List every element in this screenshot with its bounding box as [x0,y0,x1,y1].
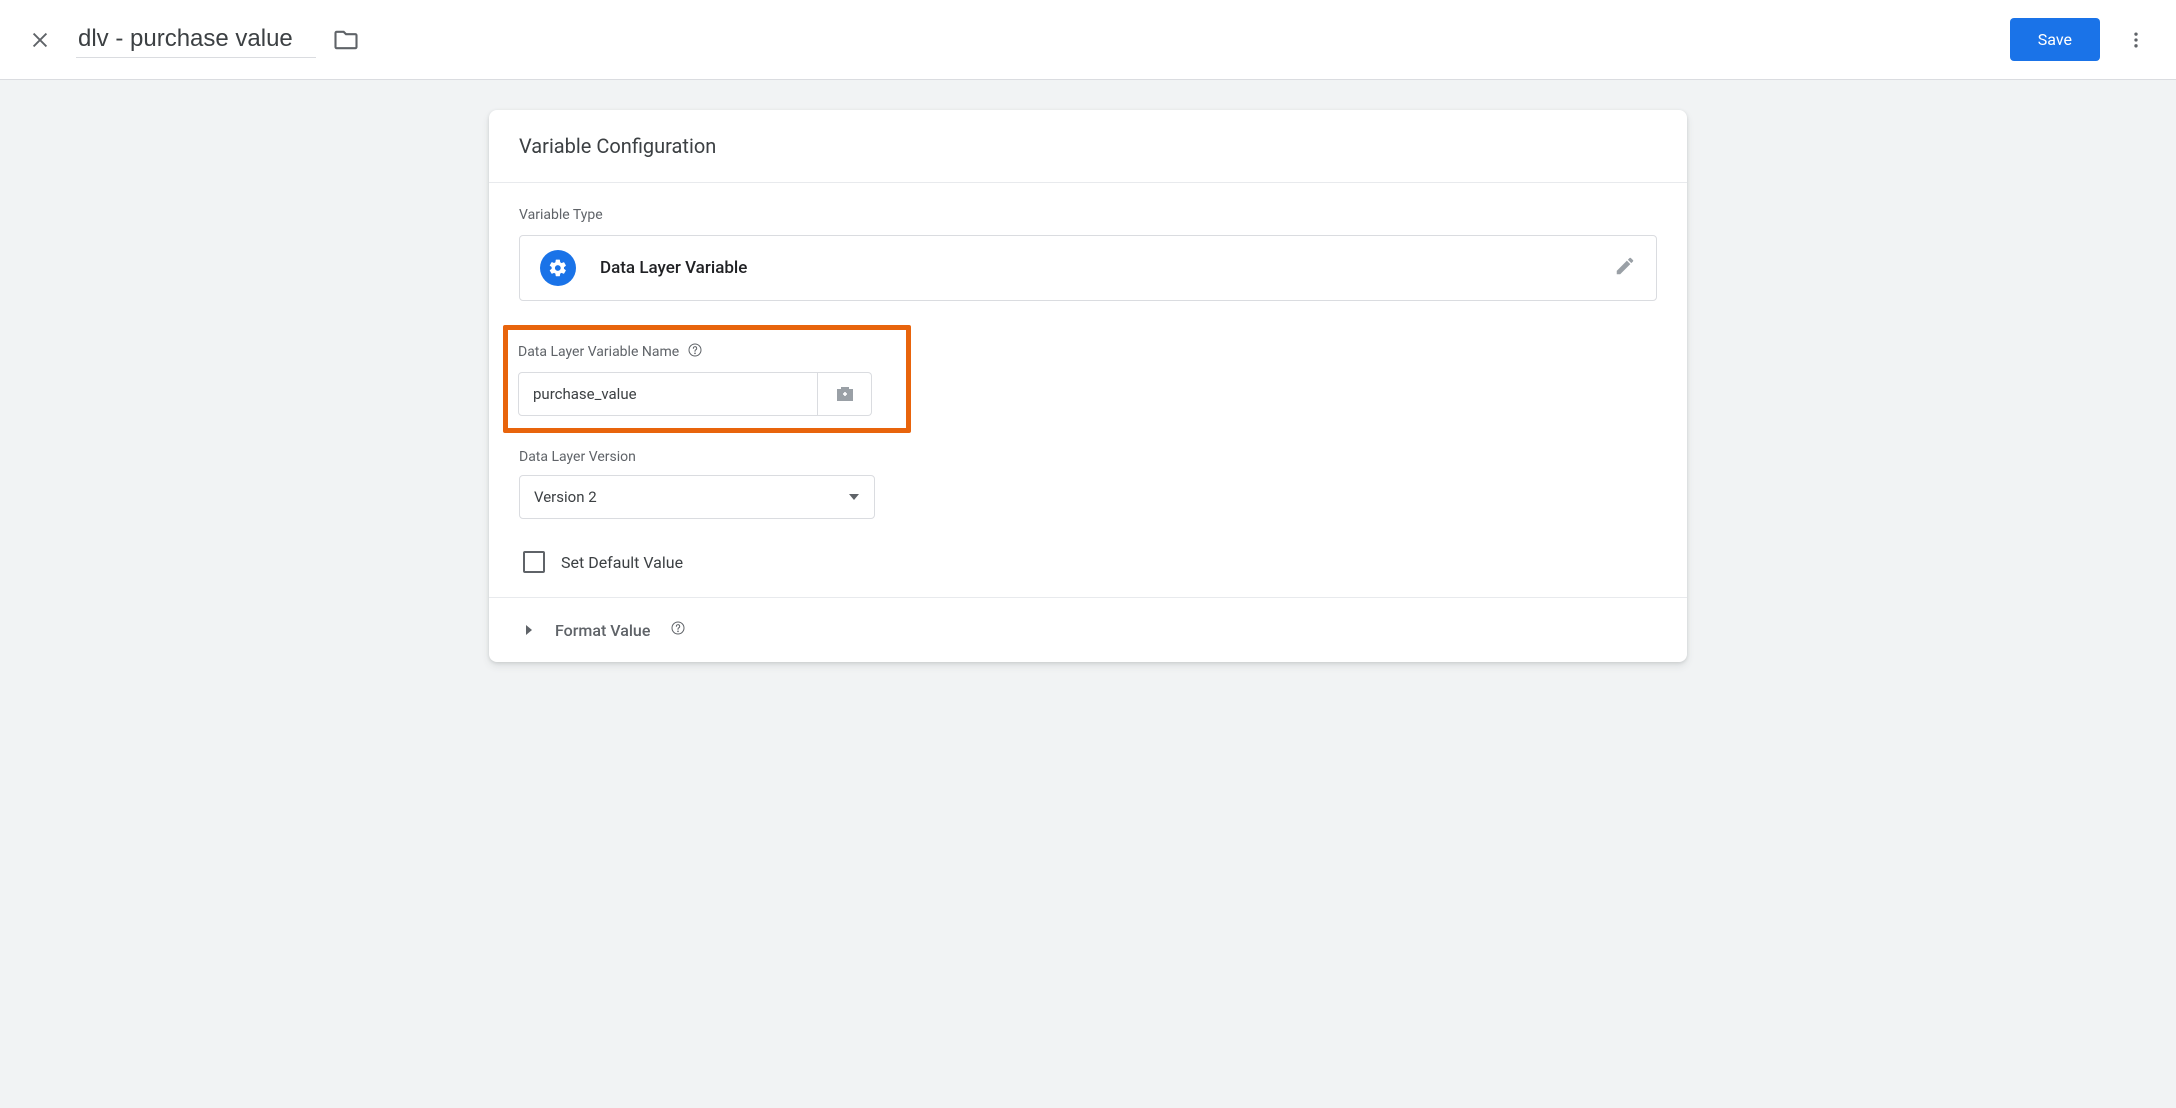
caret-down-icon [848,491,860,503]
brick-plus-icon [833,384,857,404]
dlv-name-input[interactable] [518,372,818,416]
help-icon [687,342,703,358]
gear-icon [548,258,568,278]
variable-name-input[interactable] [76,21,316,58]
format-value-toggle[interactable]: Format Value [519,598,1657,662]
page-header: Save [0,0,2176,80]
variable-type-selector[interactable]: Data Layer Variable [519,235,1657,301]
format-value-label: Format Value [555,621,650,640]
main-content: Variable Configuration Variable Type Dat… [0,80,2176,692]
format-value-help[interactable] [670,620,686,640]
dlv-name-label: Data Layer Variable Name [518,344,679,360]
insert-variable-button[interactable] [818,372,872,416]
gear-icon-badge [540,250,576,286]
folder-button[interactable] [332,26,360,54]
set-default-value-checkbox[interactable] [523,551,545,573]
close-button[interactable] [20,20,60,60]
edit-type-button[interactable] [1614,255,1636,281]
close-icon [29,29,51,51]
more-menu-button[interactable] [2116,20,2156,60]
variable-config-card: Variable Configuration Variable Type Dat… [489,110,1687,662]
save-button[interactable]: Save [2010,18,2100,61]
chevron-right-icon [523,624,535,636]
set-default-value-label: Set Default Value [561,553,683,572]
pencil-icon [1614,255,1636,277]
dlv-version-value: Version 2 [534,488,597,506]
variable-type-name: Data Layer Variable [600,258,1614,278]
highlighted-name-section: Data Layer Variable Name [503,325,911,433]
dlv-name-help[interactable] [687,342,703,362]
card-title: Variable Configuration [489,110,1687,183]
dlv-version-select[interactable]: Version 2 [519,475,875,519]
more-vertical-icon [2126,30,2146,50]
dlv-version-label: Data Layer Version [519,449,636,465]
folder-icon [332,26,360,54]
variable-type-label: Variable Type [519,207,1657,223]
help-icon [670,620,686,636]
